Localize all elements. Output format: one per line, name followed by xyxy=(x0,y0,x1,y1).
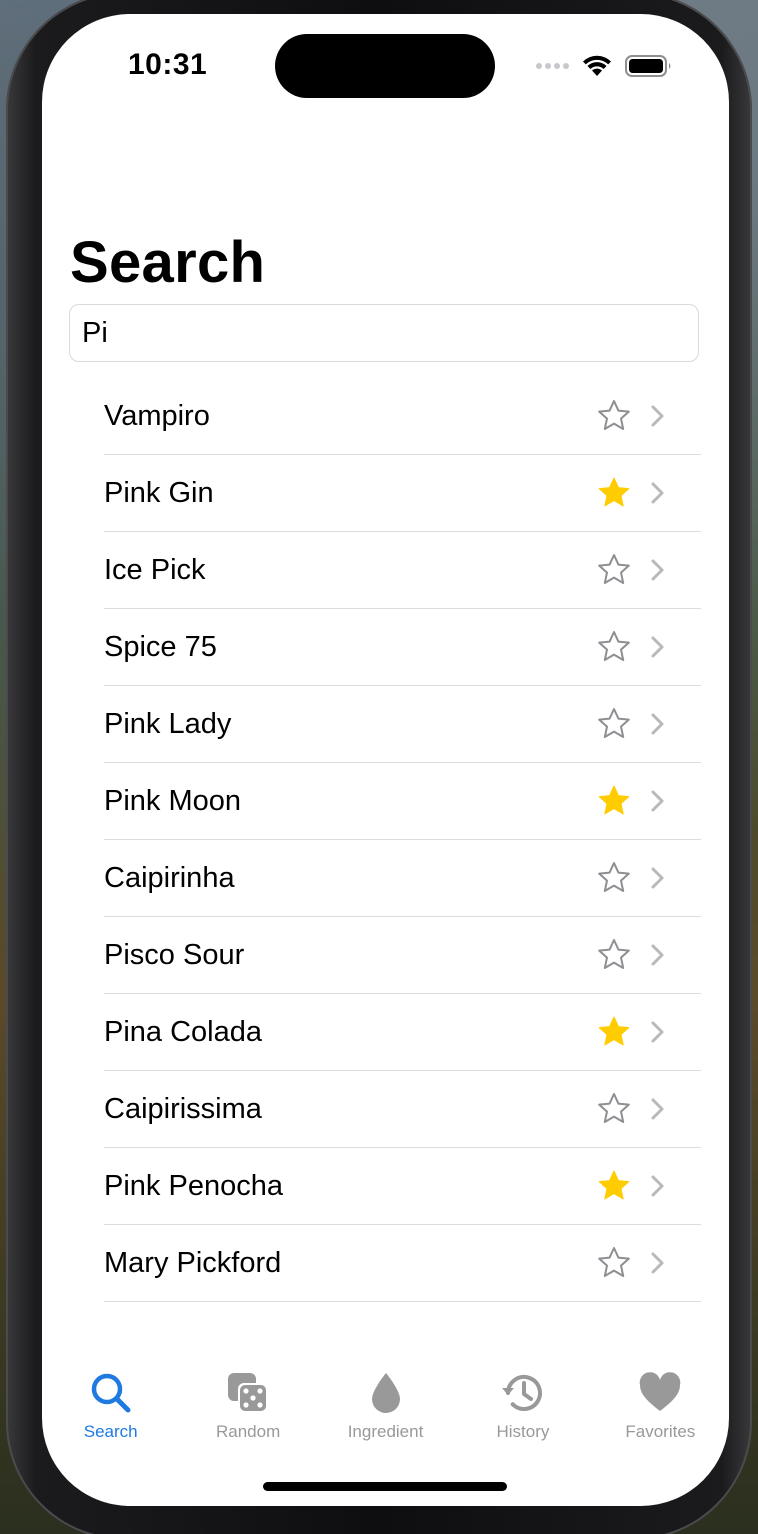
list-item[interactable]: Vampiro xyxy=(104,378,701,455)
tab-random[interactable]: Random xyxy=(179,1352,316,1452)
home-indicator[interactable] xyxy=(263,1482,507,1491)
list-item[interactable]: Ice Pick xyxy=(104,532,701,609)
tab-label: Random xyxy=(215,1422,281,1441)
dice-icon xyxy=(225,1370,271,1416)
list-item-label: Caipirinha xyxy=(104,862,235,894)
list-item[interactable]: Pink Lady xyxy=(104,686,701,763)
cellular-signal-icon xyxy=(536,63,569,69)
tab-bar: Search Random Ingredient History Favorites xyxy=(42,1352,729,1452)
star-filled-icon[interactable] xyxy=(596,783,632,819)
search-input[interactable] xyxy=(70,305,698,361)
star-outline-icon[interactable] xyxy=(596,706,632,742)
chevron-right-icon xyxy=(650,1020,666,1044)
star-outline-icon[interactable] xyxy=(596,860,632,896)
star-outline-icon[interactable] xyxy=(596,937,632,973)
list-item[interactable]: Pink Penocha xyxy=(104,1148,701,1225)
list-item[interactable]: Spice 75 xyxy=(104,609,701,686)
star-filled-icon[interactable] xyxy=(596,475,632,511)
list-item-label: Spice 75 xyxy=(104,631,217,663)
tab-label: Search xyxy=(83,1422,138,1441)
chevron-right-icon xyxy=(650,635,666,659)
tab-search[interactable]: Search xyxy=(42,1352,179,1452)
tab-label: History xyxy=(496,1422,550,1441)
status-bar: 10:31 xyxy=(42,14,729,124)
tab-ingredient[interactable]: Ingredient xyxy=(317,1352,454,1452)
list-item-label: Pink Penocha xyxy=(104,1170,283,1202)
list-item[interactable]: Caipirissima xyxy=(104,1071,701,1148)
wifi-icon xyxy=(583,55,611,76)
tab-label: Favorites xyxy=(625,1422,696,1441)
list-item-label: Ice Pick xyxy=(104,554,206,586)
star-outline-icon[interactable] xyxy=(596,1245,632,1281)
list-item-label: Pink Moon xyxy=(104,785,242,817)
star-outline-icon[interactable] xyxy=(596,398,632,434)
status-icons xyxy=(536,54,673,78)
list-item-label: Pink Gin xyxy=(104,477,214,509)
app-screen: 10:31 Search Va xyxy=(42,14,729,1506)
list-item-label: Caipirissima xyxy=(104,1093,262,1125)
tab-history[interactable]: History xyxy=(454,1352,591,1452)
status-time: 10:31 xyxy=(128,48,208,81)
chevron-right-icon xyxy=(650,712,666,736)
list-item[interactable]: Pisco Sour xyxy=(104,917,701,994)
chevron-right-icon xyxy=(650,1174,666,1198)
clock-history-icon xyxy=(500,1370,546,1416)
star-outline-icon[interactable] xyxy=(596,552,632,588)
list-item[interactable]: Pink Moon xyxy=(104,763,701,840)
list-item[interactable]: Mary Pickford xyxy=(104,1225,701,1302)
star-filled-icon[interactable] xyxy=(596,1014,632,1050)
star-outline-icon[interactable] xyxy=(596,1091,632,1127)
list-item-label: Pisco Sour xyxy=(104,939,245,971)
star-filled-icon[interactable] xyxy=(596,1168,632,1204)
list-item-label: Pina Colada xyxy=(104,1016,262,1048)
search-field[interactable] xyxy=(69,304,699,362)
page-title: Search xyxy=(70,229,266,295)
dynamic-island xyxy=(275,34,495,98)
tab-favorites[interactable]: Favorites xyxy=(592,1352,729,1452)
heart-icon xyxy=(637,1370,683,1416)
chevron-right-icon xyxy=(650,481,666,505)
chevron-right-icon xyxy=(650,789,666,813)
drop-icon xyxy=(363,1370,409,1416)
chevron-right-icon xyxy=(650,558,666,582)
list-item[interactable]: Caipirinha xyxy=(104,840,701,917)
chevron-right-icon xyxy=(650,866,666,890)
chevron-right-icon xyxy=(650,943,666,967)
tab-label: Ingredient xyxy=(347,1422,424,1441)
list-item-label: Mary Pickford xyxy=(104,1247,282,1279)
star-outline-icon[interactable] xyxy=(596,629,632,665)
phone-frame: 10:31 Search Va xyxy=(6,0,752,1534)
magnifying-glass-icon xyxy=(88,1370,134,1416)
list-item-label: Pink Lady xyxy=(104,708,232,740)
battery-icon xyxy=(625,55,671,77)
chevron-right-icon xyxy=(650,1251,666,1275)
list-item[interactable]: Pink Gin xyxy=(104,455,701,532)
results-list: Vampiro Pink Gin Ice Pick Spice 75 Pink Lady… xyxy=(104,378,701,1302)
chevron-right-icon xyxy=(650,404,666,428)
list-item-label: Vampiro xyxy=(104,400,210,432)
chevron-right-icon xyxy=(650,1097,666,1121)
list-item[interactable]: Pina Colada xyxy=(104,994,701,1071)
